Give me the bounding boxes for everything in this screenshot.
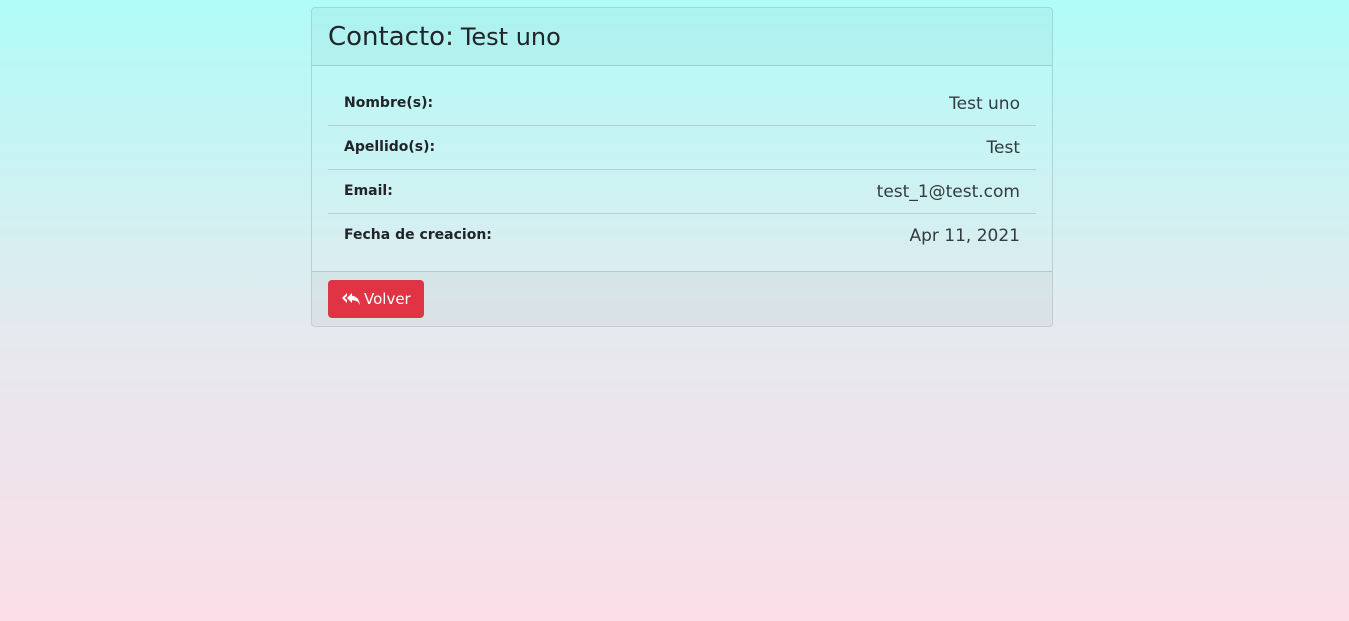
details-list: Nombre(s): Test uno Apellido(s): Test Em… (328, 82, 1036, 258)
detail-label: Apellido(s): (344, 139, 436, 155)
card-footer: Volver (312, 271, 1052, 326)
card-body: Nombre(s): Test uno Apellido(s): Test Em… (312, 66, 1052, 273)
detail-value: Apr 11, 2021 (909, 226, 1020, 246)
reply-all-icon (341, 292, 364, 306)
back-button-label: Volver (364, 290, 411, 308)
contact-card: Contacto: Test uno Nombre(s): Test uno A… (311, 7, 1053, 327)
detail-row-fecha: Fecha de creacion: Apr 11, 2021 (328, 214, 1036, 258)
contact-name: Test uno (460, 22, 561, 51)
detail-value: Test (986, 138, 1020, 158)
detail-value: Test uno (949, 94, 1020, 114)
detail-label: Fecha de creacion: (344, 227, 492, 243)
detail-label: Nombre(s): (344, 95, 434, 111)
page-title: Contacto: (328, 21, 454, 52)
back-button[interactable]: Volver (328, 280, 424, 318)
detail-row-nombre: Nombre(s): Test uno (328, 82, 1036, 126)
card-header: Contacto: Test uno (312, 8, 1052, 66)
detail-label: Email: (344, 183, 393, 199)
detail-row-apellido: Apellido(s): Test (328, 126, 1036, 170)
detail-value: test_1@test.com (876, 182, 1020, 202)
detail-row-email: Email: test_1@test.com (328, 170, 1036, 214)
